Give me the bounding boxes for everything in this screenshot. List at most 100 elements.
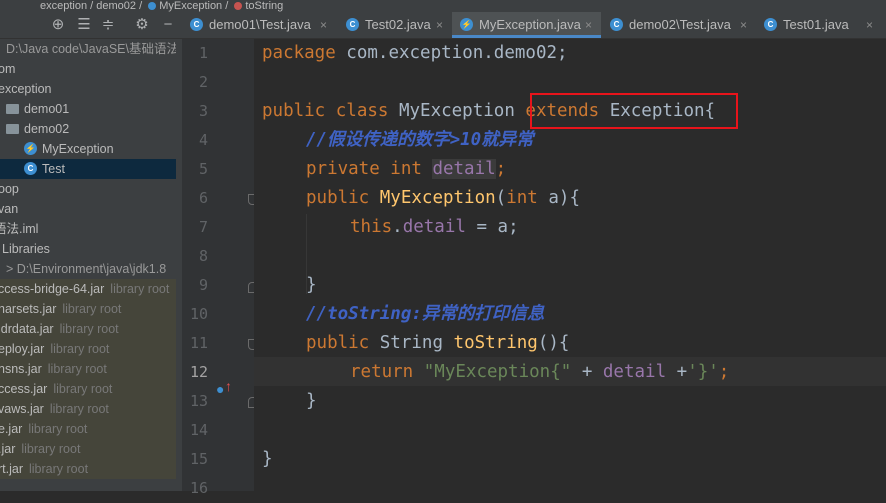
library-row[interactable]: ldrdata.jar library root <box>0 319 182 339</box>
tree-item-label: exception <box>0 82 52 96</box>
line-number: 15 <box>189 450 208 468</box>
close-icon[interactable]: × <box>740 12 747 38</box>
tab-label: Test02.java <box>365 17 431 32</box>
library-root-label: library root <box>53 382 113 396</box>
tree-item-oop[interactable]: oop <box>0 179 182 199</box>
operator: + <box>571 362 603 382</box>
tree-item-iml[interactable]: 语法.iml <box>0 219 182 239</box>
library-root-label: library root <box>59 322 119 336</box>
param-list: (){ <box>537 333 570 353</box>
tree-item-label: > D:\Environment\java\jdk1.8 <box>6 262 167 276</box>
class-icon: C <box>610 18 623 31</box>
keyword: public <box>306 188 380 208</box>
tree-item-libraries[interactable]: Libraries <box>0 239 182 259</box>
minimize-icon[interactable]: − <box>157 14 179 36</box>
breadcrumb-item[interactable]: exception <box>40 0 87 12</box>
library-root-label: library root <box>21 442 81 456</box>
library-name: vaws.jar <box>0 402 44 416</box>
breadcrumb-item[interactable]: demo02 <box>96 0 136 12</box>
override-marker-icon[interactable]: ● <box>216 382 224 396</box>
editor-gutter[interactable]: 1 2 3 4 5 6 7 8 9 10 11 12 13 14 15 16 ●… <box>182 39 258 497</box>
library-name: rt.jar <box>0 462 23 476</box>
close-icon[interactable]: × <box>436 12 443 38</box>
tree-item-test[interactable]: C Test <box>0 159 182 179</box>
breadcrumb-item[interactable]: MyException <box>159 0 222 12</box>
close-icon[interactable]: × <box>866 12 873 38</box>
line-number: 8 <box>198 247 208 265</box>
library-row[interactable]: .jar library root <box>0 439 182 459</box>
line-number: 3 <box>198 102 208 120</box>
line-number: 1 <box>198 44 208 62</box>
class-icon: C <box>24 162 37 175</box>
library-row[interactable]: eploy.jar library root <box>0 339 182 359</box>
library-row[interactable]: rt.jar library root <box>0 459 182 479</box>
collapse-all-icon[interactable]: ≑ <box>97 14 119 36</box>
keyword: package <box>262 43 347 63</box>
expand-all-icon[interactable]: ☰ <box>73 14 95 36</box>
editor-tabs: C demo01\Test.java × C Test02.java × ⚡ M… <box>182 12 886 39</box>
tree-item-jdk[interactable]: > D:\Environment\java\jdk1.8 <box>0 259 182 279</box>
breadcrumb-item[interactable]: toString <box>245 0 283 12</box>
string-literal: "MyException{" <box>423 362 572 382</box>
folder-icon <box>6 104 19 114</box>
line-number: 6 <box>198 189 208 207</box>
field-name: detail <box>432 159 496 179</box>
line-number: 10 <box>189 305 208 323</box>
project-path: D:\Java code\JavaSE\基础语法 <box>6 42 179 56</box>
tree-item-myexception[interactable]: ⚡ MyException <box>0 139 182 159</box>
tree-item-label: om <box>0 62 16 76</box>
line-number: 7 <box>198 218 208 236</box>
package-name: com.exception.demo02; <box>346 43 568 63</box>
keyword: public class <box>262 101 399 121</box>
tree-item-van[interactable]: van <box>0 199 182 219</box>
exception-class-icon: ⚡ <box>24 142 37 155</box>
tab-test01[interactable]: C Test01.java × <box>756 12 882 38</box>
keyword: public <box>306 333 380 353</box>
keyword: this <box>350 217 393 237</box>
tree-item-label: demo01 <box>24 102 70 116</box>
library-row[interactable]: ccess-bridge-64.jar library root <box>0 279 182 299</box>
tab-test02[interactable]: C Test02.java × <box>338 12 450 38</box>
tree-item-demo01[interactable]: demo01 <box>0 99 182 119</box>
semicolon: ; <box>495 159 507 179</box>
line-number: 16 <box>189 479 208 497</box>
folder-icon <box>6 124 19 134</box>
tab-demo02-test[interactable]: C demo02\Test.java × <box>602 12 755 38</box>
tab-demo01-test[interactable]: C demo01\Test.java × <box>182 12 338 38</box>
library-row[interactable]: ccess.jar library root <box>0 379 182 399</box>
overrides-arrow-icon[interactable]: ↑ <box>225 379 232 393</box>
crosshair-icon[interactable]: ⊕ <box>47 14 69 36</box>
tab-myexception[interactable]: ⚡ MyException.java × <box>452 12 601 38</box>
line-number: 14 <box>189 421 208 439</box>
code-line-13: } <box>306 391 317 411</box>
tree-item-exception[interactable]: exception <box>0 79 182 99</box>
close-icon[interactable]: × <box>585 12 592 38</box>
project-tree: D:\Java code\JavaSE\基础语法 om exception de… <box>0 39 182 479</box>
code-line-15: } <box>262 449 273 469</box>
tree-item-label: oop <box>0 182 19 196</box>
library-row[interactable]: e.jar library root <box>0 419 182 439</box>
library-row[interactable]: harsets.jar library root <box>0 299 182 319</box>
operator: + <box>666 362 688 382</box>
tree-path-row[interactable]: D:\Java code\JavaSE\基础语法 <box>0 39 182 59</box>
tree-item-om[interactable]: om <box>0 59 182 79</box>
keyword: return <box>350 362 424 382</box>
library-root-label: library root <box>29 462 89 476</box>
code-line-9: } <box>306 275 317 295</box>
tree-item-demo02[interactable]: demo02 <box>0 119 182 139</box>
library-row[interactable]: nsns.jar library root <box>0 359 182 379</box>
close-icon[interactable]: × <box>320 12 327 38</box>
code-line-10: //toString:异常的打印信息 <box>306 304 545 324</box>
class-icon: C <box>190 18 203 31</box>
library-root-label: library root <box>28 422 88 436</box>
exception-class-icon: ⚡ <box>460 18 473 31</box>
constructor-name: MyException <box>379 188 496 208</box>
code-line-5: private int detail; <box>306 155 506 184</box>
code-editor[interactable]: package com.exception.demo02; public cla… <box>254 39 886 491</box>
library-name: ccess.jar <box>0 382 48 396</box>
gear-icon[interactable]: ⚙ <box>131 14 153 36</box>
char-literal: '}' <box>687 362 719 382</box>
param-list: a){ <box>548 188 580 208</box>
library-row[interactable]: vaws.jar library root <box>0 399 182 419</box>
annotation-highlight-box <box>530 93 738 129</box>
